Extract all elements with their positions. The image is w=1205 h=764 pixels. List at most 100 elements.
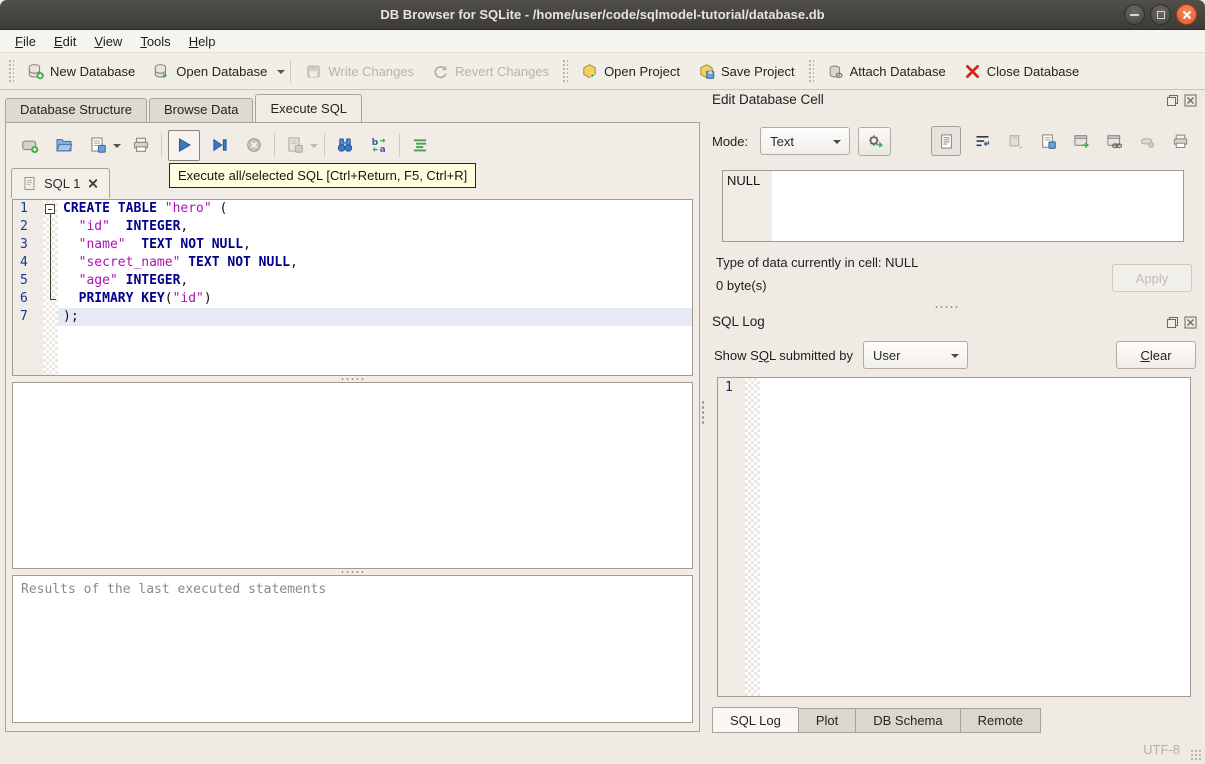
float-panel-icon[interactable] — [1165, 315, 1180, 329]
sql-editor[interactable]: 1 CREATE TABLE "hero" (2 "id" INTEGER, 3 "… — [12, 199, 693, 376]
open-external-icon[interactable] — [1069, 129, 1093, 153]
main-splitter-handle[interactable] — [701, 400, 705, 426]
mode-select[interactable]: Text — [760, 127, 851, 155]
tab-browse-data[interactable]: Browse Data — [149, 98, 254, 122]
apply-button[interactable]: Apply — [1112, 264, 1192, 292]
open-sql-file-button[interactable] — [50, 131, 78, 159]
save-results-button[interactable] — [281, 131, 309, 159]
execute-sql-tooltip: Execute all/selected SQL [Ctrl+Return, F… — [169, 163, 477, 188]
close-button[interactable] — [1176, 4, 1197, 25]
resize-grip[interactable] — [1190, 749, 1202, 761]
clear-log-button[interactable]: Clear — [1116, 341, 1196, 369]
fold-margin — [43, 308, 58, 326]
save-sql-dropdown[interactable] — [113, 144, 121, 152]
menu-tools[interactable]: Tools — [131, 31, 179, 52]
line-number: 6 — [13, 290, 43, 308]
svg-text:b: b — [372, 138, 379, 148]
maximize-button[interactable] — [1150, 4, 1171, 25]
encoding-indicator[interactable]: UTF-8 — [1143, 742, 1180, 757]
cell-value-editor[interactable]: NULL — [722, 170, 1184, 242]
results-placeholder: Results of the last executed statements — [21, 582, 327, 597]
titlebar[interactable]: DB Browser for SQLite - /home/user/code/… — [0, 0, 1205, 30]
line-number: 7 — [13, 308, 43, 326]
revert-changes-button[interactable]: Revert Changes — [423, 58, 558, 85]
sql-log-panel-buttons — [1165, 315, 1198, 329]
menu-view[interactable]: View — [85, 31, 131, 52]
editor-line[interactable]: 7); — [13, 308, 692, 326]
editor-line[interactable]: 1 CREATE TABLE "hero" ( — [13, 200, 692, 218]
line-number: 1 — [13, 200, 43, 218]
print-sql-button[interactable] — [127, 131, 155, 159]
menu-edit[interactable]: Edit — [45, 31, 85, 52]
editor-empty-area[interactable] — [13, 326, 692, 375]
find-icon[interactable] — [331, 131, 359, 159]
toolbar-separator — [274, 133, 275, 157]
menu-file[interactable]: File — [6, 31, 45, 52]
line-number: 5 — [13, 272, 43, 290]
code-text: "secret_name" TEXT NOT NULL, — [78, 255, 298, 270]
stop-execution-button[interactable] — [240, 131, 268, 159]
open-project-icon — [581, 63, 598, 80]
editor-line[interactable]: 2 "id" INTEGER, — [13, 218, 692, 236]
close-panel-icon[interactable] — [1183, 315, 1198, 329]
fold-margin — [43, 272, 58, 290]
sql-tab-sql1[interactable]: SQL 1 — [11, 168, 111, 198]
set-null-icon[interactable] — [1135, 129, 1159, 153]
close-sql-tab-icon[interactable] — [87, 178, 98, 189]
filter-label: Show SQL submitted by — [714, 347, 853, 363]
editor-line[interactable]: 6 PRIMARY KEY("id") — [13, 290, 692, 308]
minimize-button[interactable] — [1124, 4, 1145, 25]
toolbar-separator — [324, 133, 325, 157]
toolbar-drag-handle[interactable] — [8, 59, 14, 83]
new-sql-tab-button[interactable] — [16, 131, 44, 159]
dock-tab-sql-log[interactable]: SQL Log — [712, 707, 799, 733]
auto-mode-button[interactable] — [858, 126, 892, 156]
main-toolbar: New Database Open Database Write Changes… — [0, 53, 1205, 90]
sql-editor-tab-bar: SQL 1 — [11, 167, 111, 198]
code-text: ); — [58, 308, 692, 326]
copy-link-icon[interactable] — [1102, 129, 1126, 153]
editor-line[interactable]: 5 "age" INTEGER, — [13, 272, 692, 290]
execute-line-button[interactable] — [206, 131, 234, 159]
results-log-pane[interactable]: Results of the last executed statements — [12, 575, 693, 723]
save-sql-file-button[interactable] — [84, 131, 112, 159]
window-controls — [1124, 4, 1197, 25]
write-changes-button[interactable]: Write Changes — [296, 58, 423, 85]
close-database-button[interactable]: Close Database — [955, 58, 1089, 85]
open-database-button[interactable]: Open Database — [144, 58, 276, 85]
tab-execute-sql[interactable]: Execute SQL — [255, 94, 363, 122]
print-cell-icon[interactable] — [1168, 129, 1192, 153]
toolbar-drag-handle[interactable] — [562, 59, 569, 83]
dock-tab-db-schema[interactable]: DB Schema — [856, 708, 961, 733]
editor-line[interactable]: 3 "name" TEXT NOT NULL, — [13, 236, 692, 254]
attach-database-button[interactable]: Attach Database — [818, 58, 955, 85]
sql-log-view[interactable]: 1 — [717, 377, 1191, 697]
results-grid-pane[interactable] — [12, 382, 693, 569]
format-sql-icon[interactable] — [406, 131, 434, 159]
log-filter-select[interactable]: User — [863, 341, 968, 369]
word-wrap-icon[interactable] — [970, 129, 994, 153]
dock-tab-remote[interactable]: Remote — [960, 708, 1042, 733]
new-database-button[interactable]: New Database — [18, 58, 144, 85]
close-panel-icon[interactable] — [1183, 93, 1198, 107]
fold-margin[interactable] — [43, 200, 58, 218]
import-data-icon[interactable] — [1003, 129, 1027, 153]
save-project-button[interactable]: Save Project — [689, 58, 804, 85]
float-panel-icon[interactable] — [1165, 93, 1180, 107]
text-mode-icon[interactable] — [931, 126, 961, 156]
mode-label: Mode: — [712, 133, 749, 149]
tab-database-structure[interactable]: Database Structure — [5, 98, 148, 122]
open-project-button[interactable]: Open Project — [572, 58, 689, 85]
execute-all-button[interactable] — [168, 129, 200, 161]
editor-line[interactable]: 4 "secret_name" TEXT NOT NULL, — [13, 254, 692, 272]
replace-icon[interactable]: ba — [365, 131, 393, 159]
export-data-icon[interactable] — [1036, 129, 1060, 153]
save-results-dropdown[interactable] — [310, 144, 318, 152]
save-project-icon — [698, 63, 715, 80]
sql-document-icon — [23, 176, 37, 191]
menu-help[interactable]: Help — [180, 31, 225, 52]
dock-splitter-handle[interactable] — [934, 305, 960, 309]
dock-tab-plot[interactable]: Plot — [798, 708, 857, 733]
open-database-dropdown[interactable] — [277, 70, 286, 78]
toolbar-drag-handle[interactable] — [807, 59, 814, 83]
